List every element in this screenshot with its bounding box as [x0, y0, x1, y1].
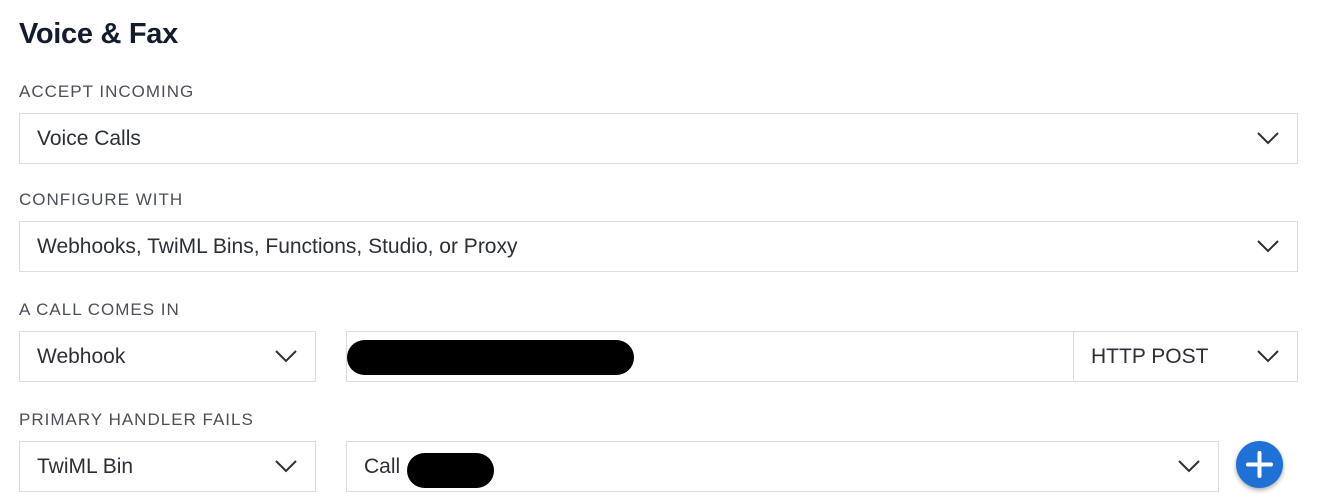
redacted-bin-name	[407, 453, 494, 488]
handler-fails-type-value: TwiML Bin	[37, 455, 134, 478]
call-comes-in-type-value: Webhook	[37, 345, 126, 368]
configure-with-select[interactable]: Webhooks, TwiML Bins, Functions, Studio,…	[19, 221, 1298, 272]
accept-incoming-label: ACCEPT INCOMING	[19, 82, 195, 101]
chevron-down-icon	[275, 350, 297, 363]
chevron-down-icon	[1257, 350, 1279, 363]
call-comes-in-url-input[interactable]	[346, 331, 1074, 382]
section-title: Voice & Fax	[19, 18, 178, 50]
call-comes-in-type-select[interactable]: Webhook	[19, 331, 316, 382]
handler-fails-type-select[interactable]: TwiML Bin	[19, 441, 316, 492]
call-comes-in-label: A CALL COMES IN	[19, 300, 180, 319]
accept-incoming-value: Voice Calls	[37, 127, 141, 150]
redacted-url	[347, 340, 634, 375]
handler-fails-bin-value: Call	[364, 455, 401, 478]
handler-fails-bin-select[interactable]: Call	[346, 441, 1219, 492]
add-handler-button[interactable]	[1236, 441, 1283, 488]
chevron-down-icon	[1257, 132, 1279, 145]
chevron-down-icon	[1178, 460, 1200, 473]
call-comes-in-method-select[interactable]: HTTP POST	[1073, 331, 1298, 382]
accept-incoming-select[interactable]: Voice Calls	[19, 113, 1298, 164]
chevron-down-icon	[1257, 240, 1279, 253]
call-comes-in-method-value: HTTP POST	[1091, 345, 1209, 368]
primary-handler-fails-label: PRIMARY HANDLER FAILS	[19, 410, 254, 429]
configure-with-label: CONFIGURE WITH	[19, 190, 184, 209]
configure-with-value: Webhooks, TwiML Bins, Functions, Studio,…	[37, 235, 518, 258]
chevron-down-icon	[275, 460, 297, 473]
plus-icon	[1246, 451, 1273, 478]
